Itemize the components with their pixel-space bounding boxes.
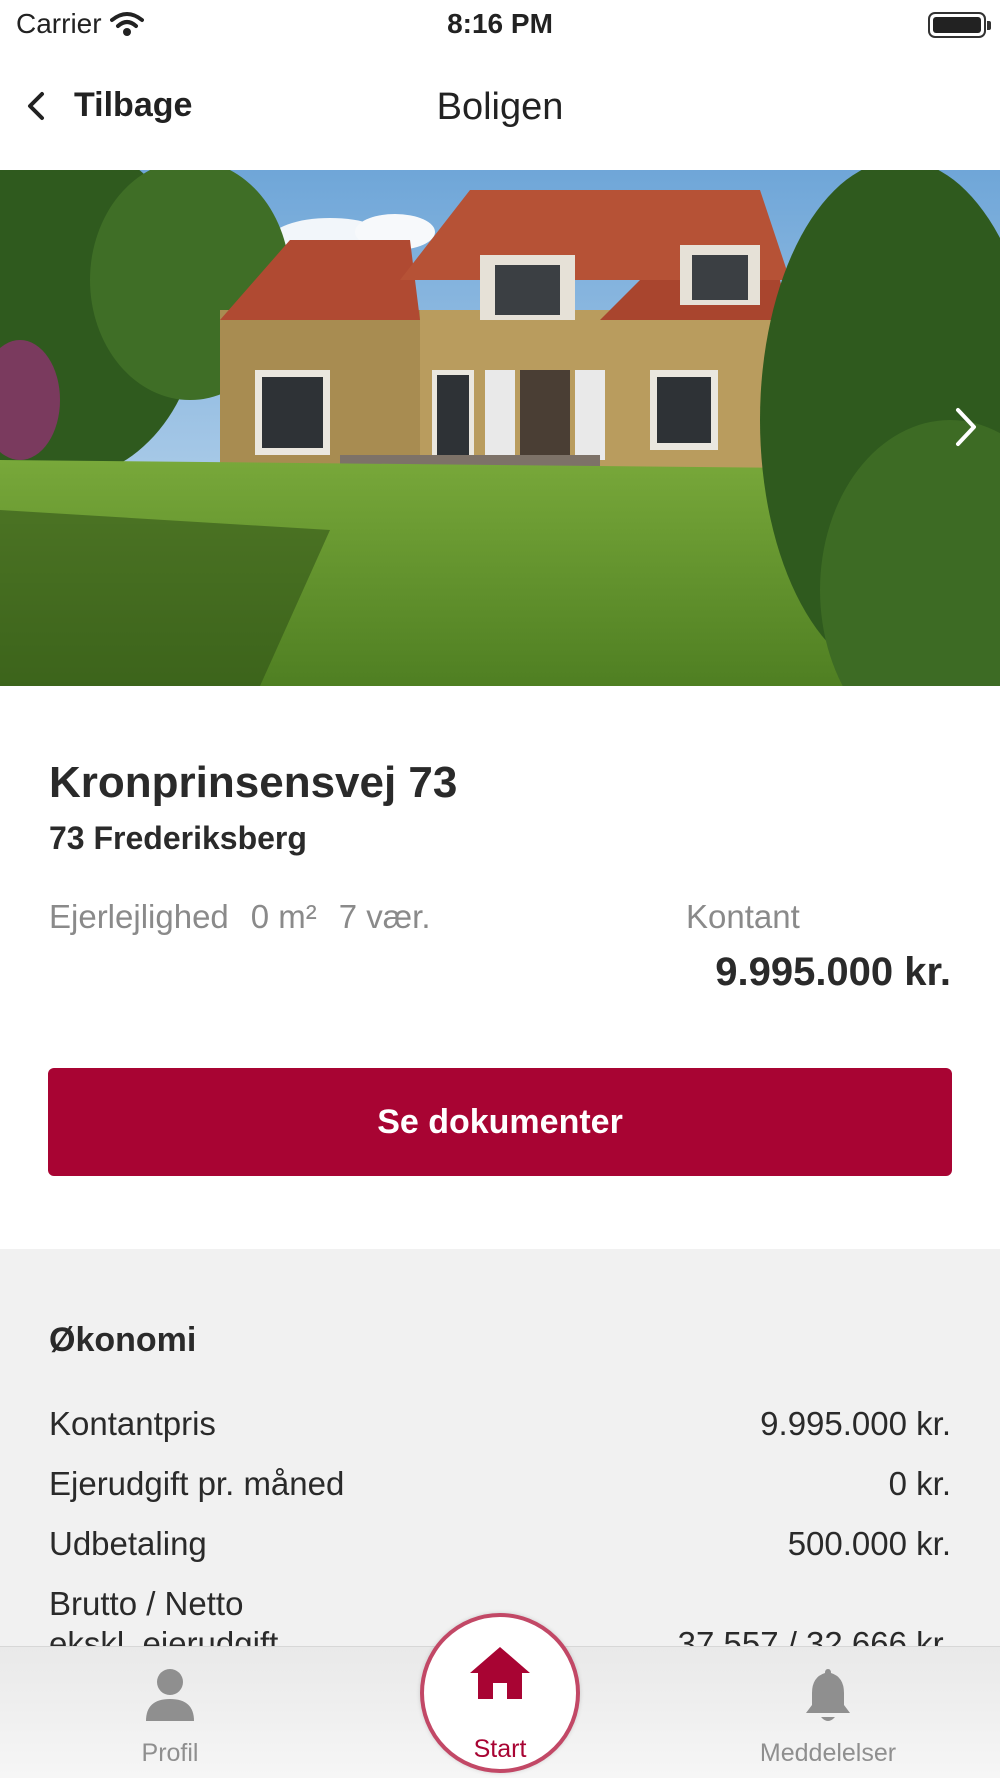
- economy-row-label: Udbetaling: [49, 1525, 207, 1562]
- price-value: 9.995.000 kr.: [715, 950, 951, 994]
- battery-icon: [928, 12, 991, 38]
- page-title: Boligen: [436, 86, 564, 128]
- property-type: Ejerlejlighed: [49, 898, 229, 935]
- economy-heading: Økonomi: [49, 1321, 197, 1359]
- economy-row-label: Kontantpris: [49, 1405, 216, 1442]
- home-icon: [470, 1647, 530, 1699]
- economy-row-label: Ejerudgift pr. måned: [49, 1465, 345, 1502]
- tab-profile[interactable]: Profil: [60, 1647, 280, 1778]
- property-specs: Ejerlejlighed 0 m² 7 vær.: [49, 898, 430, 936]
- person-icon: [146, 1669, 194, 1721]
- status-bar: Carrier 8:16 PM: [0, 0, 1000, 50]
- economy-row-value: 500.000 kr.: [787, 1525, 951, 1562]
- property-rooms: 7 vær.: [338, 898, 431, 935]
- economy-row-value: 9.995.000 kr.: [760, 1405, 951, 1442]
- house-photo: [0, 170, 1000, 686]
- property-size: 0 m²: [250, 898, 317, 935]
- chevron-right-icon[interactable]: [946, 402, 986, 452]
- tab-notifications[interactable]: Meddelelser: [718, 1647, 938, 1778]
- see-documents-button[interactable]: Se dokumenter: [48, 1068, 952, 1176]
- property-address: Kronprinsensvej 73: [49, 758, 458, 807]
- economy-row-label: Brutto / Netto: [49, 1585, 244, 1622]
- tab-profile-label: Profil: [141, 1739, 199, 1767]
- tab-start-label: Start: [473, 1735, 527, 1763]
- economy-row-value: 0 kr.: [888, 1465, 951, 1502]
- property-photo-carousel[interactable]: [0, 170, 1000, 686]
- navigation-bar: Tilbage Boligen: [0, 50, 1000, 170]
- status-time: 8:16 PM: [447, 8, 553, 39]
- bell-icon: [806, 1669, 850, 1721]
- tab-notifications-label: Meddelelser: [759, 1739, 897, 1767]
- property-area: 73 Frederiksberg: [49, 820, 307, 856]
- price-label: Kontant: [686, 898, 800, 935]
- tab-start[interactable]: Start: [420, 1613, 580, 1778]
